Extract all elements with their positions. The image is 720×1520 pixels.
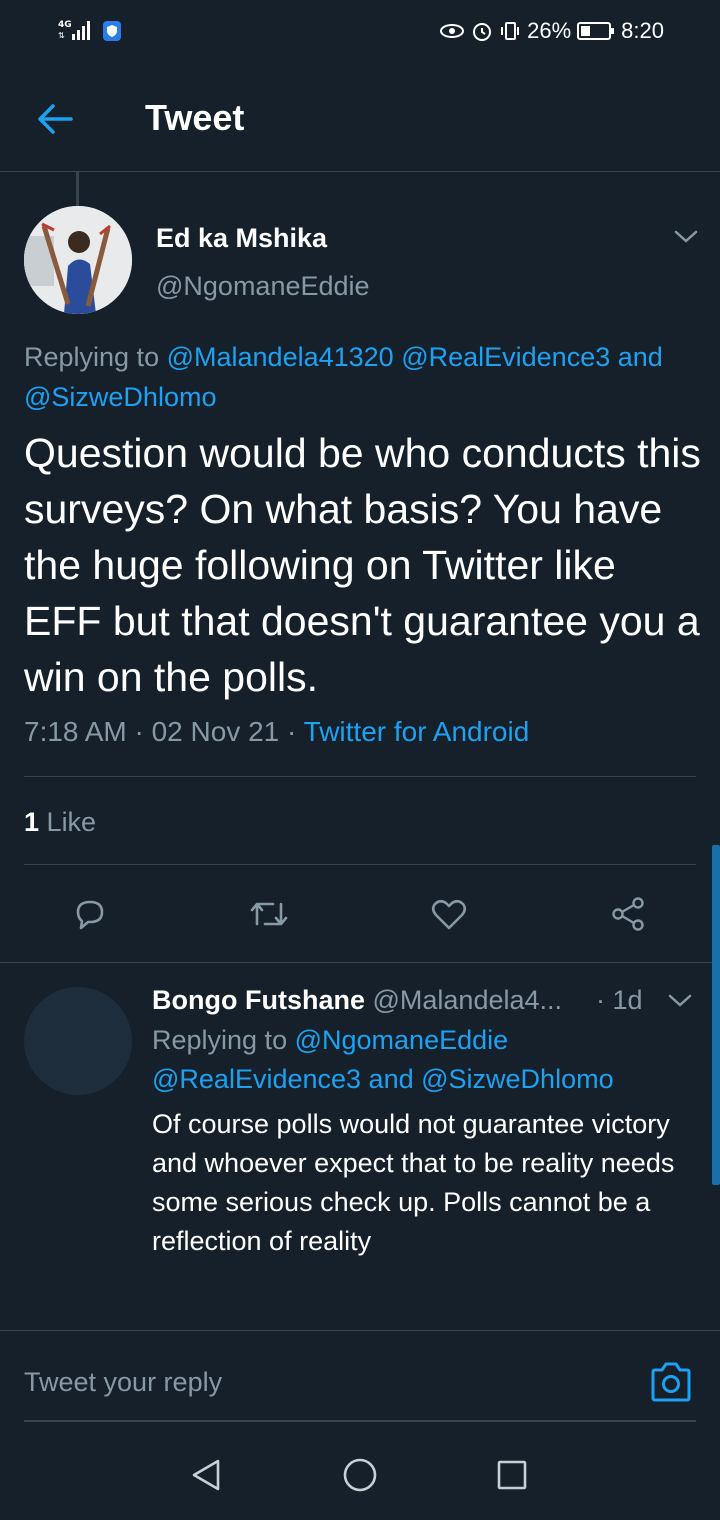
like-count-number: 1 <box>24 807 40 837</box>
svg-text:⇅: ⇅ <box>58 31 65 40</box>
tweet-text: Question would be who conducts this surv… <box>24 430 701 700</box>
chevron-down-icon[interactable] <box>672 224 700 248</box>
compose-underline <box>24 1420 696 1422</box>
back-button[interactable] <box>30 96 80 142</box>
share-button[interactable] <box>606 892 650 936</box>
tweet-time: 7:18 AM · 02 Nov 21 · <box>24 716 304 747</box>
likes-count[interactable]: 1 Like <box>24 802 96 842</box>
tweet-source[interactable]: Twitter for Android <box>304 716 530 747</box>
avatar[interactable] <box>24 206 132 314</box>
author-handle[interactable]: @NgomaneEddie <box>156 268 370 304</box>
reply-button[interactable] <box>68 892 112 936</box>
nav-recents-button[interactable] <box>492 1455 532 1495</box>
divider <box>0 962 720 963</box>
app-header: Tweet <box>0 62 720 172</box>
nav-home-button[interactable] <box>340 1455 380 1495</box>
eye-icon <box>440 24 465 38</box>
replying-and: and <box>617 342 663 372</box>
divider <box>0 1330 720 1331</box>
reply-age: · 1d <box>596 985 643 1015</box>
replying-prefix: Replying to <box>152 1025 288 1055</box>
reply-header: Bongo Futshane @Malandela4... <box>152 980 622 1020</box>
mention-link[interactable]: @SizweDhlomo <box>24 382 216 412</box>
heart-icon <box>431 899 467 930</box>
mention-link[interactable]: @RealEvidence3 <box>152 1064 361 1094</box>
thread-connector <box>76 172 79 206</box>
divider <box>24 864 696 865</box>
chevron-down-icon[interactable] <box>666 988 694 1012</box>
share-icon <box>612 897 644 931</box>
battery-percent: 26% <box>527 18 572 43</box>
replying-prefix: Replying to <box>24 342 160 372</box>
retweet-button[interactable] <box>247 892 291 936</box>
retweet-icon <box>250 902 288 926</box>
tweet-meta: 7:18 AM · 02 Nov 21 · Twitter for Androi… <box>24 712 529 752</box>
nav-back-button[interactable] <box>186 1455 226 1495</box>
page-title: Tweet <box>145 97 245 138</box>
clock: 8:20 <box>621 18 664 43</box>
reply-author-handle[interactable]: @Malandela4... <box>373 985 563 1015</box>
status-right: 26% 8:20 <box>439 16 664 46</box>
camera-icon[interactable] <box>648 1360 694 1404</box>
author-name[interactable]: Ed ka Mshika <box>156 221 327 255</box>
reply-author-name[interactable]: Bongo Futshane <box>152 985 365 1015</box>
vibrate-icon <box>501 22 520 40</box>
avatar[interactable] <box>24 987 132 1095</box>
signal-icon: 4G ⇅ <box>58 20 90 40</box>
avatar-photo <box>24 206 132 314</box>
mention-link[interactable]: @SizweDhlomo <box>421 1064 613 1094</box>
battery-icon <box>577 22 615 40</box>
network-label: 4G <box>58 20 72 30</box>
reply-input[interactable]: Tweet your reply <box>24 1362 222 1402</box>
alarm-icon <box>473 23 492 41</box>
triangle-back-icon <box>192 1459 220 1491</box>
replying-and: and <box>368 1064 414 1094</box>
system-nav-bar <box>0 1430 720 1520</box>
square-recents-icon <box>497 1460 527 1490</box>
reply-replying-to: Replying to @NgomaneEddie @RealEvidence3… <box>152 1021 712 1099</box>
comment-icon <box>76 900 104 930</box>
replying-to: Replying to @Malandela41320 @RealEvidenc… <box>24 337 704 417</box>
mention-link[interactable]: @Malandela41320 <box>167 342 394 372</box>
shield-icon <box>103 21 121 41</box>
status-bar: 4G ⇅ 26% 8:20 <box>0 0 720 62</box>
scrollbar[interactable] <box>712 845 720 1185</box>
reply-text: Of course polls would not guarantee vict… <box>152 1109 675 1256</box>
mention-link[interactable]: @RealEvidence3 <box>401 342 610 372</box>
like-button[interactable] <box>427 892 471 936</box>
action-bar <box>0 880 720 950</box>
like-label: Like <box>46 807 97 837</box>
mention-link[interactable]: @NgomaneEddie <box>295 1025 509 1055</box>
circle-home-icon <box>343 1458 377 1492</box>
divider <box>24 776 696 777</box>
arrow-left-icon <box>38 104 73 134</box>
